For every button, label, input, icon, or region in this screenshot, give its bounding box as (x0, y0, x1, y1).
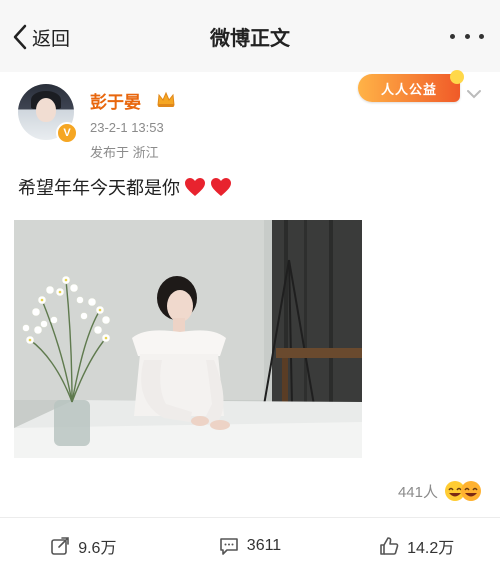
thumbs-up-icon (380, 536, 399, 555)
verified-v-icon: V (56, 122, 78, 144)
comment-icon (219, 537, 238, 555)
page-title: 微博正文 (210, 28, 290, 50)
crown-icon (157, 91, 175, 107)
heart-icon (185, 178, 205, 196)
post-photo[interactable] (14, 220, 362, 458)
laughing-emoji-icon (445, 481, 481, 501)
post-location: 发布于 浙江 (90, 145, 159, 160)
repost-icon (51, 536, 70, 555)
post-timestamp: 23-2-1 13:53 (90, 120, 164, 135)
post-text-content: 希望年年今天都是你 (18, 178, 180, 198)
post-text: 希望年年今天都是你 (18, 174, 232, 200)
action-bar: 9.6万 3611 14.2万 (0, 518, 500, 573)
repost-button[interactable]: 9.6万 (0, 518, 167, 573)
sun-icon (450, 70, 464, 84)
chevron-down-icon[interactable] (466, 88, 482, 100)
comment-button[interactable]: 3611 (167, 518, 334, 573)
inline-likes[interactable]: 441人 (398, 480, 482, 502)
charity-badge-label: 人人公益 (380, 81, 437, 97)
charity-badge[interactable]: 人人公益 (358, 70, 464, 102)
photo-illustration (14, 220, 362, 458)
more-dots-icon[interactable] (450, 30, 484, 42)
inline-likes-count: 441人 (397, 483, 438, 501)
heart-icon (211, 178, 231, 196)
username[interactable]: 彭于晏 (90, 88, 141, 113)
top-navigation-bar: 返回 微博正文 (0, 0, 500, 72)
like-count: 14.2万 (407, 539, 455, 557)
repost-count: 9.6万 (78, 539, 117, 557)
like-button[interactable]: 14.2万 (333, 518, 500, 573)
comment-count: 3611 (246, 536, 282, 554)
